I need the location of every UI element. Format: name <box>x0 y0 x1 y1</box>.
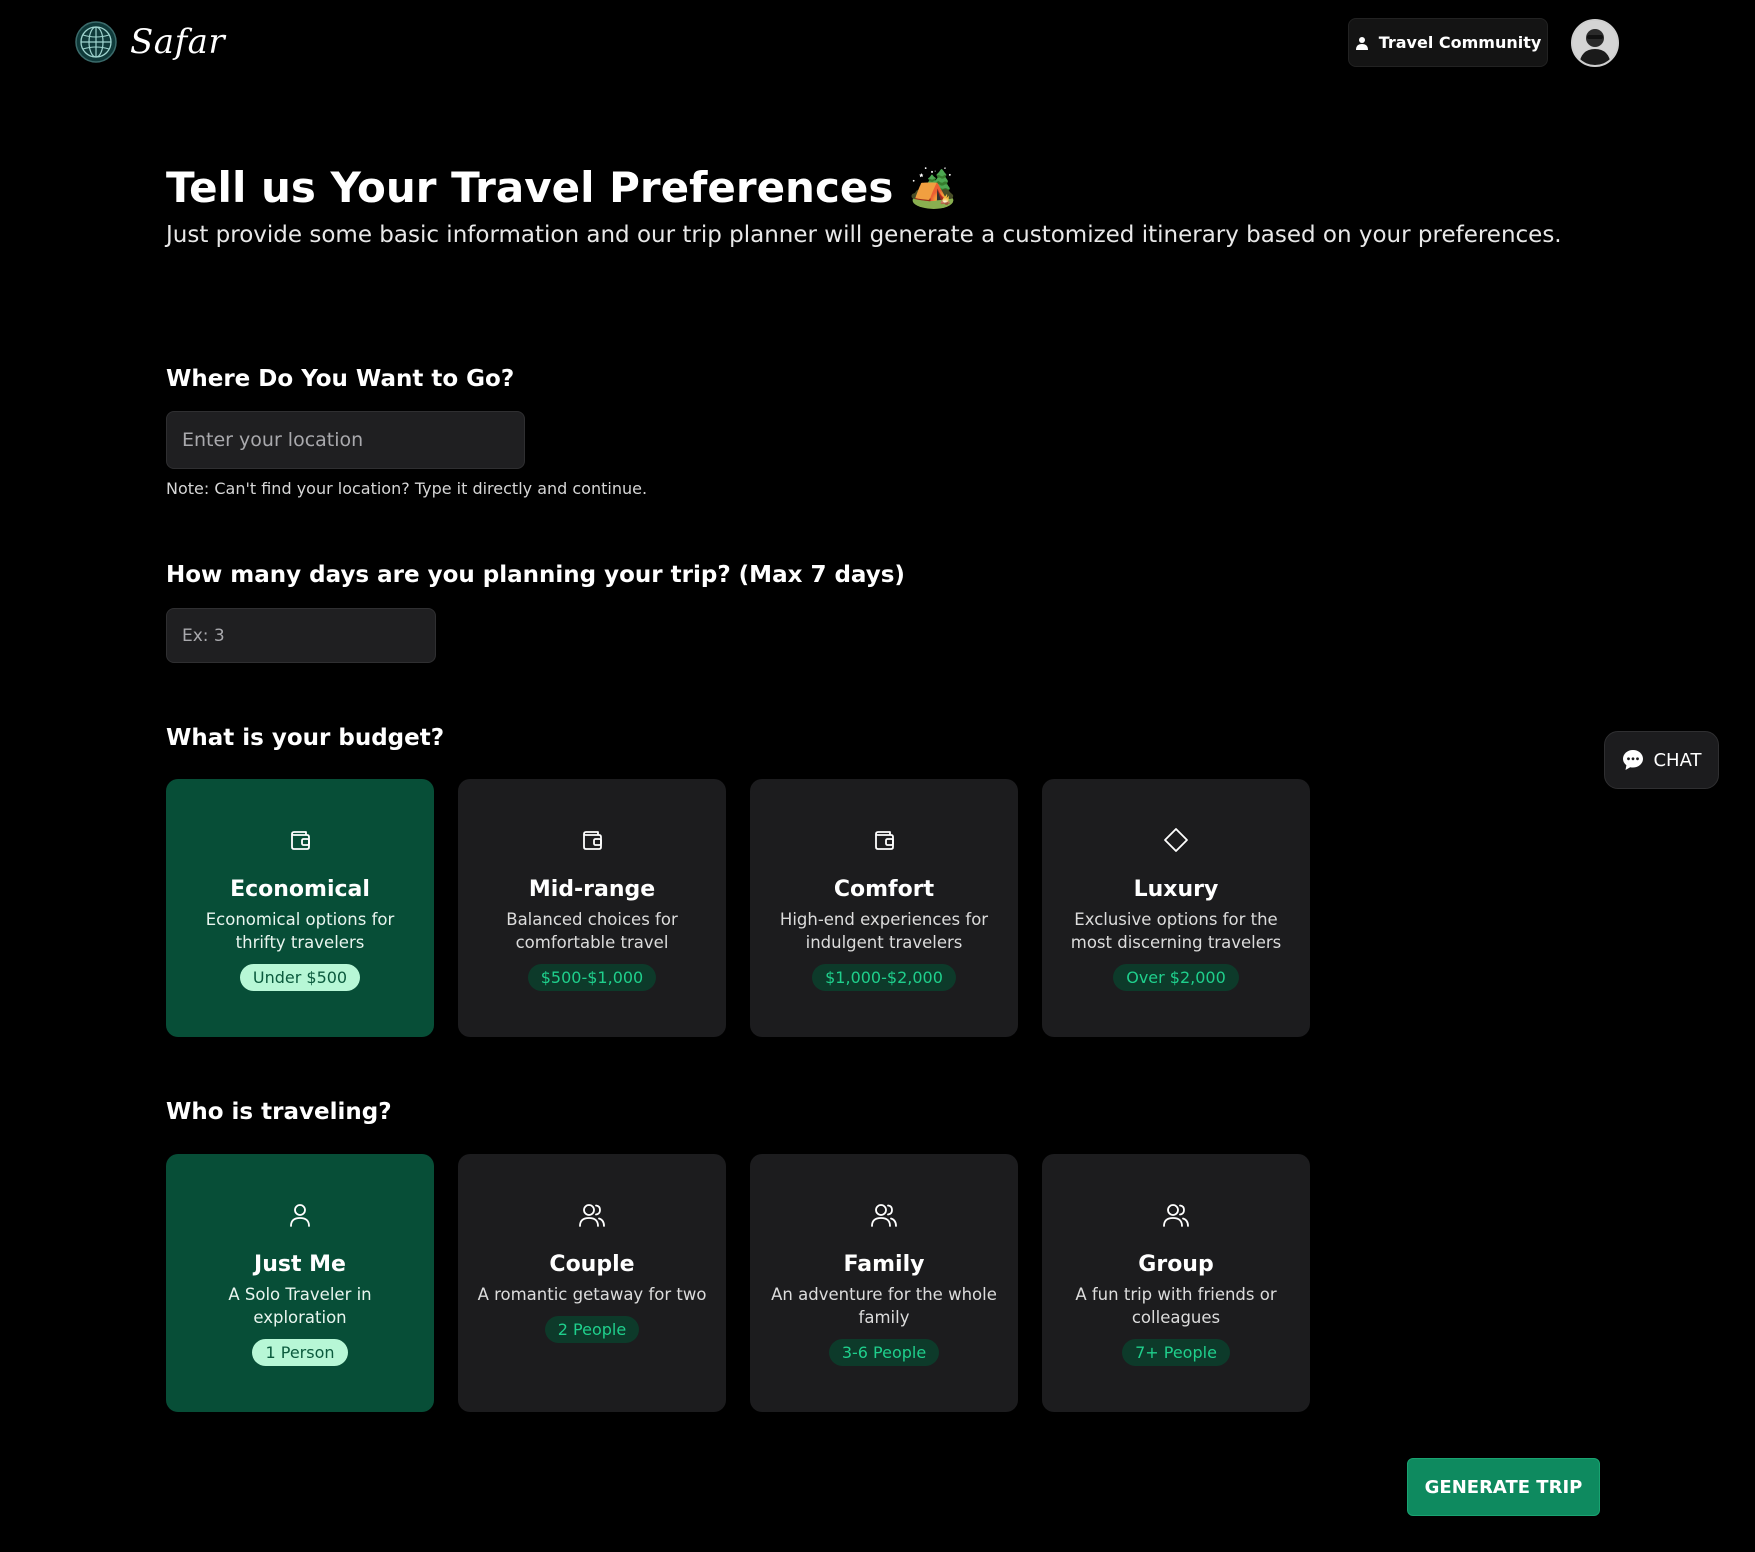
budget-option-badge: $1,000-$2,000 <box>812 964 956 991</box>
budget-option-luxury[interactable]: Luxury Exclusive options for the most di… <box>1042 779 1310 1037</box>
traveler-option-title: Family <box>843 1252 925 1277</box>
budget-option-title: Luxury <box>1133 877 1219 902</box>
travel-community-button[interactable]: Travel Community <box>1348 18 1548 67</box>
traveler-option-title: Group <box>1138 1252 1214 1277</box>
traveler-option-title: Couple <box>549 1252 635 1277</box>
destination-label: Where Do You Want to Go? <box>166 366 515 392</box>
traveler-option-badge: 3-6 People <box>828 1339 940 1366</box>
budget-option-comfort[interactable]: Comfort High-end experiences for indulge… <box>750 779 1018 1037</box>
location-note: Note: Can't find your location? Type it … <box>166 479 648 498</box>
avatar[interactable] <box>1571 19 1619 67</box>
budget-option-desc: Economical options for thrifty travelers <box>205 910 395 952</box>
budget-option-desc: High-end experiences for indulgent trave… <box>779 910 989 952</box>
chat-button[interactable]: CHAT <box>1604 731 1719 789</box>
app-name: Safar <box>130 22 226 62</box>
days-label: How many days are you planning your trip… <box>166 562 905 588</box>
traveler-option-title: Just Me <box>254 1252 346 1277</box>
traveler-option-group[interactable]: Group A fun trip with friends or colleag… <box>1042 1154 1310 1412</box>
budget-option-economical[interactable]: Economical Economical options for thrift… <box>166 779 434 1037</box>
users-icon <box>871 1204 897 1227</box>
traveler-option-desc: A romantic getaway for two <box>477 1285 707 1304</box>
user-avatar-icon <box>1573 21 1617 65</box>
traveler-option-badge: 7+ People <box>1122 1339 1230 1366</box>
days-input[interactable] <box>166 608 436 663</box>
logo[interactable]: Safar <box>74 20 225 64</box>
traveler-option-just-me[interactable]: Just Me A Solo Traveler in exploration 1… <box>166 1154 434 1412</box>
diamond-icon <box>1164 828 1188 852</box>
location-input[interactable] <box>166 411 525 469</box>
users-icon <box>1163 1204 1189 1227</box>
generate-trip-button[interactable]: GENERATE TRIP <box>1407 1458 1600 1516</box>
traveler-option-couple[interactable]: Couple A romantic getaway for two 2 Peop… <box>458 1154 726 1412</box>
globe-logo-icon <box>75 21 117 63</box>
traveler-option-badge: 1 Person <box>252 1339 348 1366</box>
traveler-option-desc: A Solo Traveler in exploration <box>228 1285 372 1327</box>
camping-emoji: 🏕️ <box>909 166 957 210</box>
traveler-option-desc: A fun trip with friends or colleagues <box>1075 1285 1277 1327</box>
budget-option-title: Comfort <box>833 877 935 902</box>
page-subtitle: Just provide some basic information and … <box>166 222 1562 248</box>
user-icon <box>290 1204 310 1227</box>
users-icon <box>579 1204 605 1227</box>
travelers-label: Who is traveling? <box>166 1099 392 1125</box>
person-icon <box>1355 36 1368 50</box>
chat-bubble-icon <box>1623 750 1644 770</box>
budget-label: What is your budget? <box>166 725 445 751</box>
traveler-options: Just Me A Solo Traveler in exploration 1… <box>166 1154 1310 1412</box>
budget-option-badge: Over $2,000 <box>1113 964 1239 991</box>
traveler-option-family[interactable]: Family An adventure for the whole family… <box>750 1154 1018 1412</box>
hero-section: Tell us Your Travel Preferences 🏕️ Just … <box>166 160 1666 248</box>
budget-option-title: Economical <box>230 877 370 902</box>
wallet-icon <box>875 831 894 850</box>
traveler-option-desc: An adventure for the whole family <box>771 1285 997 1327</box>
budget-option-desc: Exclusive options for the most discernin… <box>1070 910 1282 952</box>
wallet-icon <box>583 831 602 850</box>
traveler-option-badge: 2 People <box>544 1316 640 1343</box>
chat-label: CHAT <box>1653 749 1702 771</box>
wallet-icon <box>291 831 310 850</box>
top-bar: Safar Travel Community <box>0 0 1755 90</box>
page-title-text: Tell us Your Travel Preferences <box>166 163 894 212</box>
budget-options: Economical Economical options for thrift… <box>166 779 1310 1037</box>
budget-option-desc: Balanced choices for comfortable travel <box>506 910 678 952</box>
budget-option-mid-range[interactable]: Mid-range Balanced choices for comfortab… <box>458 779 726 1037</box>
budget-option-title: Mid-range <box>528 877 656 902</box>
budget-option-badge: $500-$1,000 <box>527 964 657 991</box>
budget-option-badge: Under $500 <box>239 964 361 991</box>
page-title: Tell us Your Travel Preferences 🏕️ <box>166 160 1666 216</box>
travel-community-label: Travel Community <box>1378 33 1542 52</box>
